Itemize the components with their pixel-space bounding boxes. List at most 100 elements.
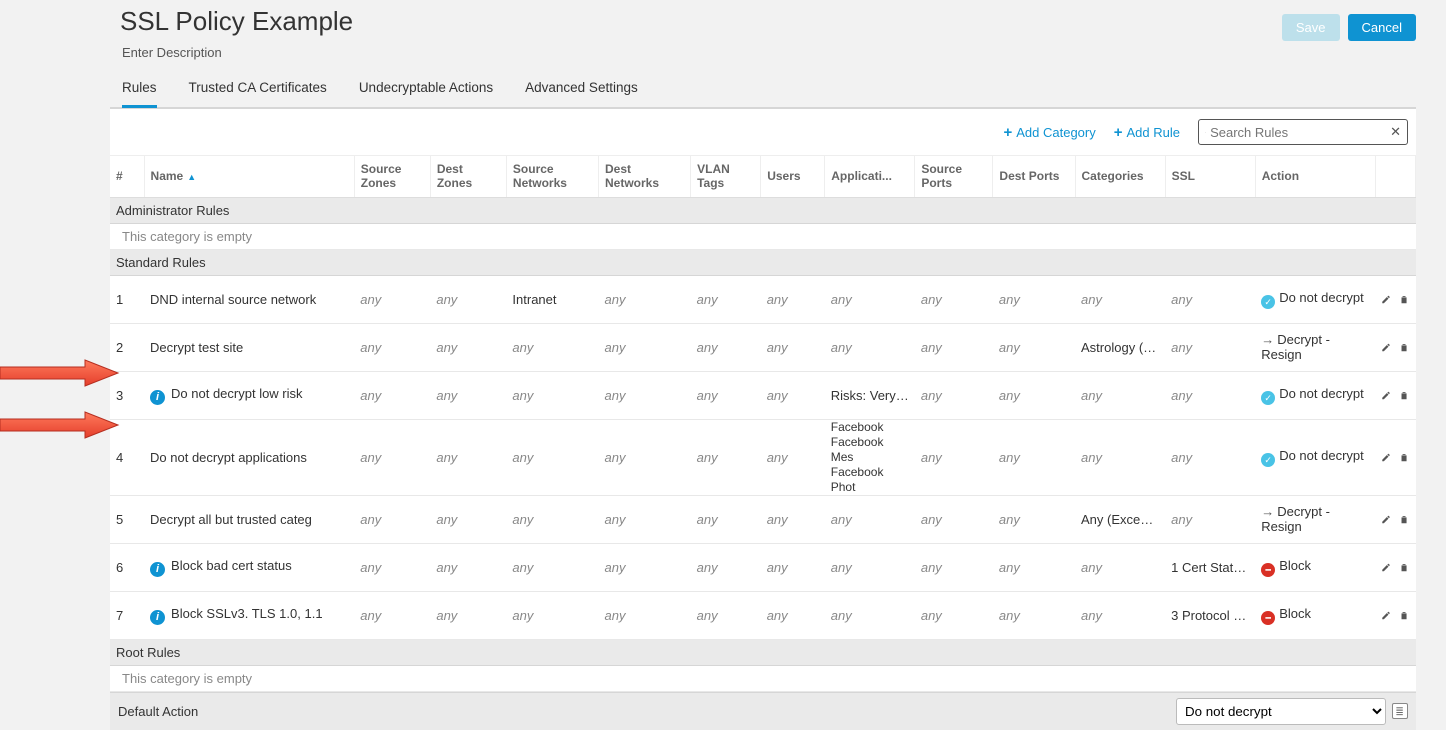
delete-icon[interactable] (1399, 340, 1409, 355)
apps-cell: FacebookFacebook MesFacebook Phot (831, 420, 909, 495)
resign-arrow-icon: → (1261, 332, 1274, 347)
col-apps[interactable]: Applicati... (825, 156, 915, 197)
edit-icon[interactable] (1381, 512, 1391, 527)
table-row[interactable]: 1DND internal source networkanyanyIntran… (110, 275, 1416, 323)
dest-nets-cell: any (599, 371, 691, 419)
src-ports-cell: any (915, 323, 993, 371)
table-row[interactable]: 3iDo not decrypt low riskanyanyanyanyany… (110, 371, 1416, 419)
users-cell: any (761, 371, 825, 419)
src-zones-cell: any (354, 371, 430, 419)
dest-ports-cell: any (993, 371, 1075, 419)
edit-icon[interactable] (1381, 560, 1391, 575)
users-cell: any (761, 591, 825, 639)
log-icon[interactable] (1392, 703, 1408, 719)
table-row[interactable]: 2Decrypt test siteanyanyanyanyanyanyanya… (110, 323, 1416, 371)
col-dest-nets[interactable]: Dest Networks (599, 156, 691, 197)
add-category-label: Add Category (1016, 125, 1096, 140)
vlan-cell: any (691, 495, 761, 543)
vlan-cell: any (691, 419, 761, 495)
clear-search-icon[interactable]: ✕ (1390, 124, 1401, 140)
edit-icon[interactable] (1381, 340, 1391, 355)
apps-cell: any (825, 495, 915, 543)
delete-icon[interactable] (1399, 608, 1409, 623)
categories-cell: any (1075, 591, 1165, 639)
src-ports-cell: any (915, 543, 993, 591)
vlan-cell: any (691, 543, 761, 591)
edit-icon[interactable] (1381, 450, 1391, 465)
col-ssl[interactable]: SSL (1165, 156, 1255, 197)
add-rule-button[interactable]: + Add Rule (1114, 124, 1180, 141)
table-row[interactable]: 7iBlock SSLv3. TLS 1.0, 1.1anyanyanyanya… (110, 591, 1416, 639)
check-icon: ✓ (1261, 453, 1275, 467)
dest-zones-cell: any (430, 591, 506, 639)
cancel-button[interactable]: Cancel (1348, 14, 1416, 41)
col-src-nets[interactable]: Source Networks (506, 156, 598, 197)
tab-trusted-ca-certificates[interactable]: Trusted CA Certificates (189, 80, 327, 107)
table-row[interactable]: 6iBlock bad cert statusanyanyanyanyanyan… (110, 543, 1416, 591)
add-rule-label: Add Rule (1127, 125, 1180, 140)
col-categories[interactable]: Categories (1075, 156, 1165, 197)
delete-icon[interactable] (1399, 512, 1409, 527)
delete-icon[interactable] (1399, 388, 1409, 403)
col-name[interactable]: Name▲ (144, 156, 354, 197)
categories-cell: any (1075, 275, 1165, 323)
src-nets-cell: any (506, 591, 598, 639)
apps-cell: Risks: Very Lov (825, 371, 915, 419)
dest-zones-cell: any (430, 371, 506, 419)
tab-undecryptable-actions[interactable]: Undecryptable Actions (359, 80, 493, 107)
col-action[interactable]: Action (1255, 156, 1375, 197)
search-input[interactable] (1206, 125, 1390, 140)
dest-ports-cell: any (993, 323, 1075, 371)
delete-icon[interactable] (1399, 292, 1409, 307)
action-cell: ━Block (1255, 591, 1375, 639)
table-row[interactable]: 5Decrypt all but trusted categanyanyanya… (110, 495, 1416, 543)
dest-zones-cell: any (430, 275, 506, 323)
delete-icon[interactable] (1399, 450, 1409, 465)
block-icon: ━ (1261, 563, 1275, 577)
src-ports-cell: any (915, 419, 993, 495)
tab-advanced-settings[interactable]: Advanced Settings (525, 80, 638, 107)
save-button[interactable]: Save (1282, 14, 1340, 41)
src-nets-cell: any (506, 495, 598, 543)
ssl-cell: any (1165, 275, 1255, 323)
section-header: Administrator Rules (110, 197, 1416, 223)
src-nets-cell: Intranet (506, 275, 598, 323)
src-zones-cell: any (354, 419, 430, 495)
col-num[interactable]: # (110, 156, 144, 197)
col-src-zones[interactable]: Source Zones (354, 156, 430, 197)
apps-cell: any (825, 591, 915, 639)
col-vlan[interactable]: VLAN Tags (691, 156, 761, 197)
src-zones-cell: any (354, 543, 430, 591)
edit-icon[interactable] (1381, 388, 1391, 403)
col-dest-ports[interactable]: Dest Ports (993, 156, 1075, 197)
default-action-select[interactable]: Do not decrypt (1176, 698, 1386, 725)
rule-name: DND internal source network (150, 292, 316, 307)
description-field[interactable]: Enter Description (120, 37, 353, 64)
users-cell: any (761, 275, 825, 323)
empty-category: This category is empty (110, 665, 1416, 691)
tab-rules[interactable]: Rules (122, 80, 157, 108)
col-users[interactable]: Users (761, 156, 825, 197)
rules-table: # Name▲ Source Zones Dest Zones Source N… (110, 156, 1416, 692)
src-ports-cell: any (915, 371, 993, 419)
empty-category: This category is empty (110, 223, 1416, 249)
col-src-ports[interactable]: Source Ports (915, 156, 993, 197)
action-cell: ✓Do not decrypt (1255, 371, 1375, 419)
add-category-button[interactable]: + Add Category (1003, 124, 1095, 141)
dest-nets-cell: any (599, 543, 691, 591)
edit-icon[interactable] (1381, 608, 1391, 623)
col-dest-zones[interactable]: Dest Zones (430, 156, 506, 197)
edit-icon[interactable] (1381, 292, 1391, 307)
section-header: Root Rules (110, 639, 1416, 665)
rule-name: Do not decrypt applications (150, 450, 307, 465)
src-nets-cell: any (506, 419, 598, 495)
dest-zones-cell: any (430, 323, 506, 371)
search-input-wrapper[interactable]: ✕ (1198, 119, 1408, 145)
block-icon: ━ (1261, 611, 1275, 625)
table-row[interactable]: 4Do not decrypt applicationsanyanyanyany… (110, 419, 1416, 495)
section-header: Standard Rules (110, 249, 1416, 275)
delete-icon[interactable] (1399, 560, 1409, 575)
rule-name: Do not decrypt low risk (171, 386, 303, 401)
src-zones-cell: any (354, 495, 430, 543)
check-icon: ✓ (1261, 295, 1275, 309)
